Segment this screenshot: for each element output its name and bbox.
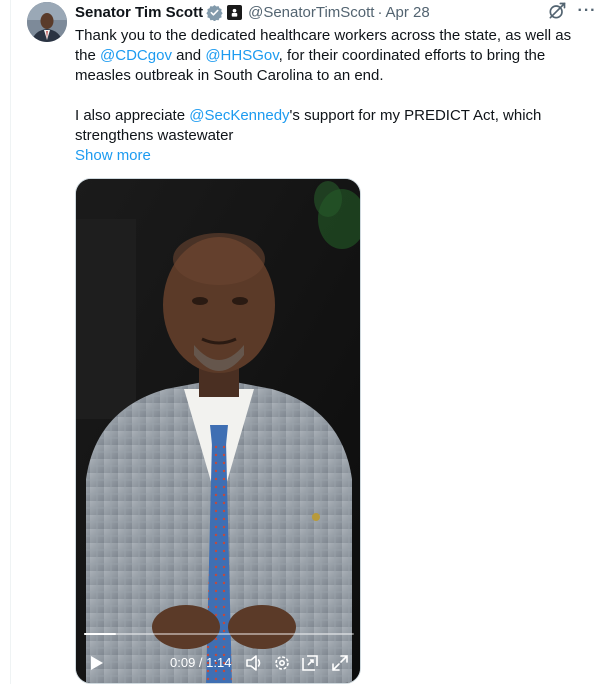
grok-icon[interactable]	[546, 0, 568, 22]
play-icon[interactable]	[86, 653, 106, 673]
author-handle[interactable]: @SenatorTimScott	[248, 4, 374, 21]
tweet-date[interactable]: Apr 28	[385, 4, 429, 21]
video-frame	[76, 179, 360, 683]
tweet-paragraph-1: Thank you to the dedicated healthcare wo…	[75, 26, 595, 86]
avatar-image	[27, 2, 67, 42]
more-options-button[interactable]: ···	[576, 0, 598, 22]
tweet-actions-top: ···	[546, 0, 598, 22]
separator-dot: ·	[377, 3, 383, 21]
video-progress-bar[interactable]	[84, 633, 354, 635]
fullscreen-icon[interactable]	[330, 653, 350, 673]
tweet-text-segment: and	[171, 47, 206, 64]
mention-cdcgov[interactable]: @CDCgov	[100, 47, 172, 64]
settings-icon[interactable]	[272, 653, 292, 673]
tweet-text-segment: I also appreciate	[75, 107, 190, 124]
author-name[interactable]: Senator Tim Scott	[75, 4, 203, 21]
pip-icon[interactable]	[300, 653, 320, 673]
video-player[interactable]: 0:09 / 1:14	[75, 178, 361, 684]
column-border	[10, 0, 11, 684]
tweet-header: Senator Tim Scott @SenatorTimScott · Apr…	[75, 2, 430, 22]
video-progress-fill	[84, 633, 117, 635]
video-time: 0:09 / 1:14	[170, 655, 232, 670]
show-more-link[interactable]: Show more	[75, 146, 151, 166]
tweet-paragraph-2: I also appreciate @SecKennedy's support …	[75, 106, 595, 146]
author-avatar[interactable]	[27, 2, 67, 42]
verified-badge-icon[interactable]	[206, 4, 223, 21]
government-badge-icon[interactable]	[227, 4, 243, 20]
mention-hhsgov[interactable]: @HHSGov	[205, 47, 278, 64]
video-controls: 0:09 / 1:14	[76, 649, 360, 677]
volume-icon[interactable]	[244, 653, 264, 673]
mention-seckennedy[interactable]: @SecKennedy	[189, 107, 289, 124]
tweet-text: Thank you to the dedicated healthcare wo…	[75, 26, 595, 146]
